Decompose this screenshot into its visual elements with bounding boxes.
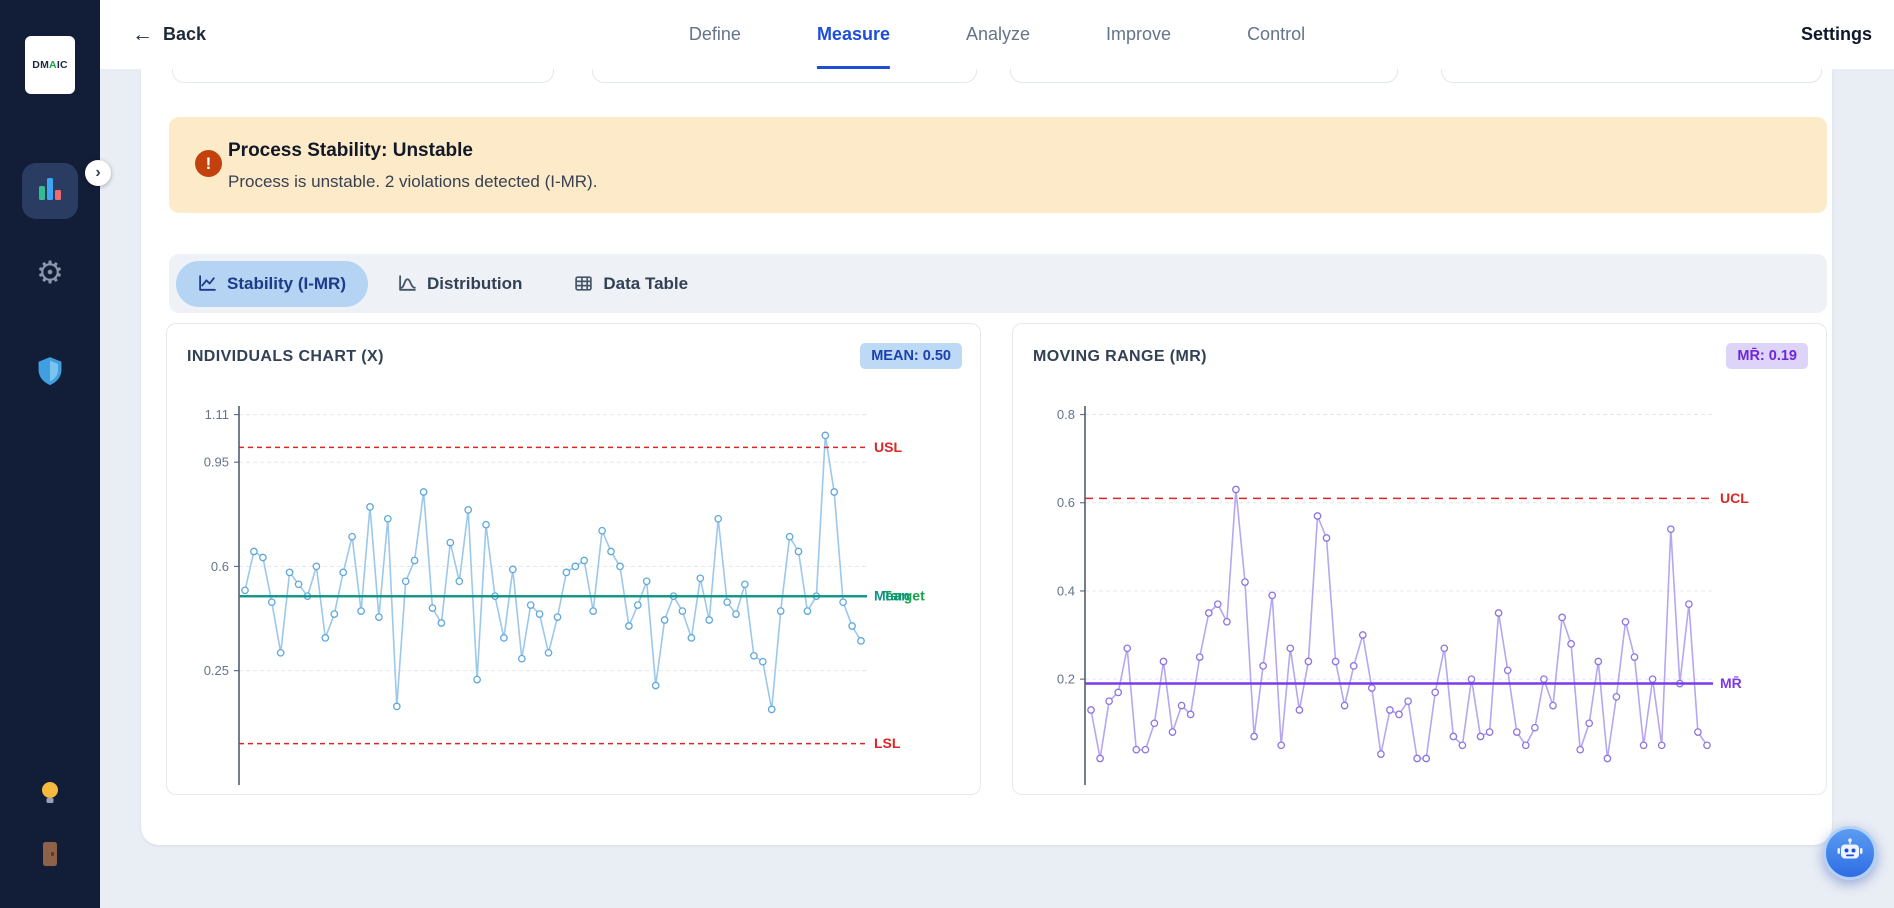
sidebar-item-settings[interactable]: ⚙ — [0, 256, 100, 290]
logo-letter: C — [59, 59, 68, 71]
chart-title: MOVING RANGE (MR) — [1033, 348, 1207, 365]
line-chart-icon — [198, 274, 217, 293]
sidebar: DMAIC ⚙ — [0, 0, 100, 908]
back-button[interactable]: ← Back — [132, 0, 206, 69]
bar-chart-icon — [35, 174, 65, 209]
sidebar-item-charts[interactable] — [22, 163, 78, 219]
logo-letter: M — [40, 59, 50, 71]
svg-text:0.6: 0.6 — [1057, 495, 1075, 510]
svg-text:0.2: 0.2 — [1057, 672, 1075, 687]
svg-text:0.95: 0.95 — [204, 455, 229, 470]
chart-title: INDIVIDUALS CHART (X) — [187, 348, 384, 365]
stability-alert-banner: ! Process Stability: Unstable Process is… — [169, 117, 1827, 213]
lightbulb-icon — [38, 782, 62, 812]
mr-badge: MR̄: 0.19 — [1726, 343, 1808, 369]
table-icon — [574, 274, 593, 293]
tab-stability-imr[interactable]: Stability (I-MR) — [176, 260, 368, 307]
chat-assistant-button[interactable] — [1823, 826, 1877, 880]
logo-letter: D — [32, 59, 41, 71]
top-navbar: ← Back Define Measure Analyze Improve Co… — [100, 0, 1894, 69]
summary-card-stub — [172, 69, 554, 83]
svg-text:Mean: Mean — [874, 588, 910, 604]
back-label: Back — [163, 24, 207, 44]
gear-icon: ⚙ — [36, 255, 64, 290]
svg-text:0.6: 0.6 — [211, 559, 229, 574]
summary-card-stub — [1010, 69, 1398, 83]
settings-button[interactable]: Settings — [1801, 0, 1872, 69]
svg-text:UCL: UCL — [1720, 490, 1749, 506]
tab-measure[interactable]: Measure — [816, 0, 890, 69]
tab-improve[interactable]: Improve — [1106, 0, 1171, 69]
chevron-right-icon: › — [95, 164, 101, 181]
alert-message: Process is unstable. 2 violations detect… — [228, 172, 598, 191]
measure-content-panel: ! Process Stability: Unstable Process is… — [141, 69, 1832, 845]
sidebar-item-insights[interactable] — [0, 780, 100, 813]
svg-text:USL: USL — [874, 439, 902, 455]
tab-distribution[interactable]: Distribution — [376, 261, 544, 307]
individuals-control-chart: 1.110.950.60.25USLTargetMeanLSL — [204, 406, 925, 785]
door-icon — [39, 842, 61, 872]
alert-icon: ! — [195, 150, 222, 177]
dmaic-logo: DMAIC — [25, 36, 75, 94]
moving-range-control-chart: 0.8 0.6 0.4 0.2 UCL MR̄ — [1057, 406, 1749, 785]
robot-icon — [1836, 837, 1864, 869]
svg-text:LSL: LSL — [874, 735, 901, 751]
logo-letter: A — [49, 59, 57, 71]
tab-label: Stability (I-MR) — [227, 273, 346, 293]
mean-badge: MEAN: 0.50 — [860, 343, 962, 369]
sidebar-item-exit[interactable] — [0, 840, 100, 873]
sidebar-expand-button[interactable]: › — [85, 160, 111, 186]
alert-title: Process Stability: Unstable — [228, 140, 473, 161]
tab-label: Data Table — [603, 273, 689, 293]
tab-data-table[interactable]: Data Table — [552, 261, 710, 307]
back-arrow-icon: ← — [132, 23, 153, 46]
svg-text:0.25: 0.25 — [204, 663, 229, 678]
sidebar-item-security[interactable] — [0, 356, 100, 393]
tab-define[interactable]: Define — [689, 0, 741, 69]
svg-text:MR̄: MR̄ — [1720, 674, 1742, 691]
svg-text:0.8: 0.8 — [1057, 407, 1075, 422]
line-chart-icon — [398, 274, 417, 293]
chart-view-tabs: Stability (I-MR) Distribution Data Table — [169, 254, 1827, 313]
moving-range-chart-card: MOVING RANGE (MR) MR̄: 0.19 0.8 0.6 0.4 0.2… — [1012, 323, 1827, 795]
tab-analyze[interactable]: Analyze — [966, 0, 1030, 69]
svg-text:0.4: 0.4 — [1057, 583, 1075, 598]
dmaic-phase-tabs: Define Measure Analyze Improve Control — [689, 0, 1305, 69]
tab-label: Distribution — [427, 273, 523, 293]
summary-card-stub — [1441, 69, 1822, 83]
tab-control[interactable]: Control — [1247, 0, 1305, 69]
individuals-chart-card: INDIVIDUALS CHART (X) MEAN: 0.50 1.11 0.9… — [166, 323, 981, 795]
svg-text:1.11: 1.11 — [205, 407, 229, 422]
shield-icon — [36, 357, 64, 392]
summary-card-stub — [592, 69, 977, 83]
